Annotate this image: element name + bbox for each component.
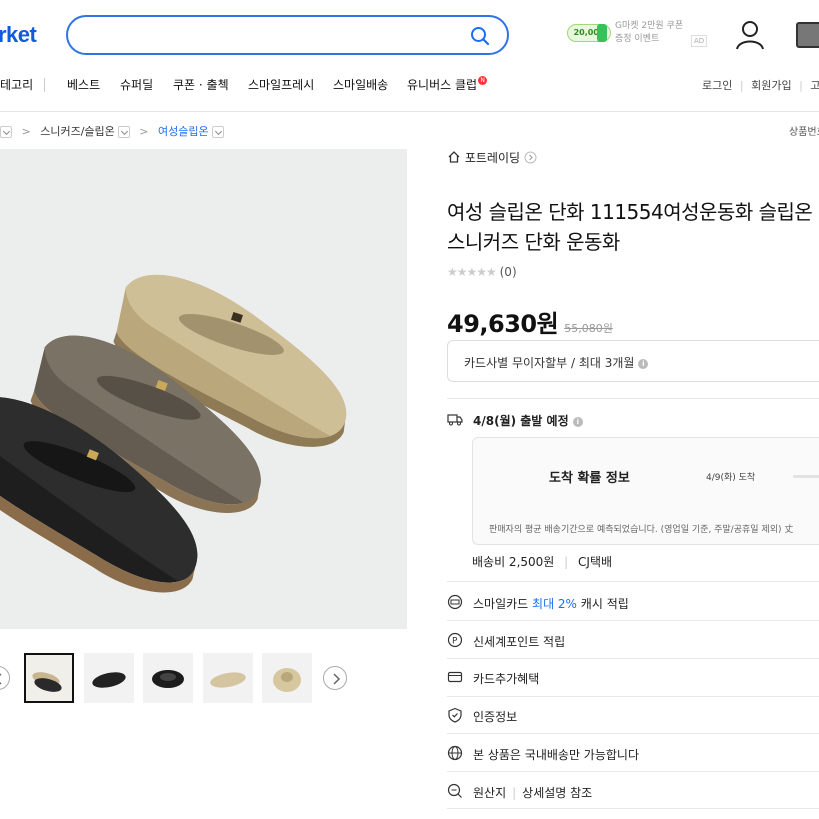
store-link[interactable]: 포트레이딩 [447,149,537,166]
customer-center-link[interactable]: 고객센 [810,79,819,92]
store-name: 포트레이딩 [464,151,521,165]
divider [447,771,819,772]
nav-category[interactable]: 테고리 [0,76,33,93]
divider [447,620,819,621]
origin-icon [447,783,462,798]
arrival-probability-bar [793,475,819,478]
home-icon [448,151,460,163]
carrier: CJ택배 [578,555,613,569]
nav-divider [44,78,45,92]
arrival-title: 도착 확률 정보 [549,471,630,486]
price-block: 49,630원 55,080원 [447,304,613,339]
star-icon: ★★★★★ [447,265,497,279]
nav-smiledelivery[interactable]: 스마일배송 [333,76,388,93]
chevron-right-icon [333,673,341,685]
breadcrumb-dropdown[interactable] [211,126,224,138]
divider [447,733,819,734]
thumbnail-3[interactable] [143,653,193,703]
login-link[interactable]: 로그인 [702,79,732,92]
ship-date: 4/8(월) 출발 예정 [473,414,569,428]
nav-universe-club[interactable]: 유니버스 클럽 N [407,76,488,93]
shipping-fee-row: 배송비 2,500원 | CJ택배 [472,555,613,569]
installment-text: 카드사별 무이자할부 / 최대 3개월 [464,356,635,370]
arrival-notice: 판매자의 평균 배송기간으로 예측되었습니다. (영업일 기준, 주말/공휴일 … [489,525,794,535]
review-count: (0) [499,265,517,279]
info-icon[interactable]: i [572,416,583,427]
search-input[interactable] [86,25,466,45]
arrival-date: 4/9(화) 도착 [706,473,756,483]
truck-icon [447,414,463,426]
nav-coupon[interactable]: 쿠폰 · 출첵 [173,76,229,93]
shoes-image [0,274,347,593]
breadcrumb-item[interactable]: 스니커즈/슬립온 [40,125,115,138]
signup-link[interactable]: 회원가입 [751,79,791,92]
svg-text:P: P [452,637,458,647]
product-number-label: 상품번호 [789,127,819,138]
nav-superdeal[interactable]: 슈퍼딜 [120,76,153,93]
breadcrumb: > 스니커즈/슬립온 > 여성슬립온 [0,123,224,139]
thumbnail-next-button[interactable] [323,666,347,690]
product-title: 여성 슬립온 단화 111554여성운동화 슬립온 스니커즈 단화 운동화 [447,200,813,254]
cart-icon[interactable] [796,22,819,48]
shipping-fee: 배송비 2,500원 [472,555,555,569]
nav-best[interactable]: 베스트 [67,76,100,93]
breadcrumb-dropdown[interactable] [117,126,130,138]
divider [447,658,819,659]
top-links: 로그인 | 회원가입 | 고객센 [702,77,819,93]
divider [447,398,819,399]
search-icon[interactable] [469,25,491,47]
coupon-ad-banner[interactable]: 20,000 G마켓 2만원 쿠폰 증정 이벤트 AD [567,18,709,48]
point-icon: P [447,632,463,648]
product-main-image[interactable] [0,149,407,629]
thumbnail-prev-button[interactable] [0,666,10,690]
chevron-left-icon [0,673,2,685]
info-icon[interactable]: i [638,358,649,369]
divider [447,581,819,582]
installment-info[interactable]: 카드사별 무이자할부 / 최대 3개월 i [447,340,819,382]
user-icon[interactable] [735,19,765,51]
breadcrumb-dropdown[interactable] [0,126,12,138]
divider [447,808,819,809]
breadcrumb-item-current[interactable]: 여성슬립온 [158,125,209,138]
card-icon [447,671,463,683]
shield-icon [448,707,462,723]
ad-dot-icon [597,24,607,42]
rating[interactable]: ★★★★★ (0) [447,265,517,279]
globe-icon [447,745,463,761]
search-bar[interactable] [66,15,509,55]
arrival-probability-box: 도착 확률 정보 4/9(화) 도착 판매자의 평균 배송기간으로 예측되었습니… [472,437,819,545]
card-icon [447,594,463,610]
new-badge: N [478,76,488,85]
main-nav: 테고리 베스트 슈퍼딜 쿠폰 · 출첵 스마일프레시 스마일배송 유니버스 클럽… [0,76,819,94]
thumbnail-1[interactable] [24,653,74,703]
divider [447,696,819,697]
thumbnail-4[interactable] [203,653,253,703]
header-divider [0,111,819,112]
sale-price: 49,630원 [447,310,559,338]
nav-smilefresh[interactable]: 스마일프레시 [248,76,314,93]
chevron-right-icon [524,151,537,164]
ad-text: G마켓 2만원 쿠폰 증정 이벤트 [615,21,684,44]
thumbnail-2[interactable] [84,653,134,703]
thumbnail-5[interactable] [262,653,312,703]
gmarket-logo[interactable]: rket [0,22,37,48]
ad-badge: AD [691,35,708,47]
original-price: 55,080원 [564,322,613,335]
